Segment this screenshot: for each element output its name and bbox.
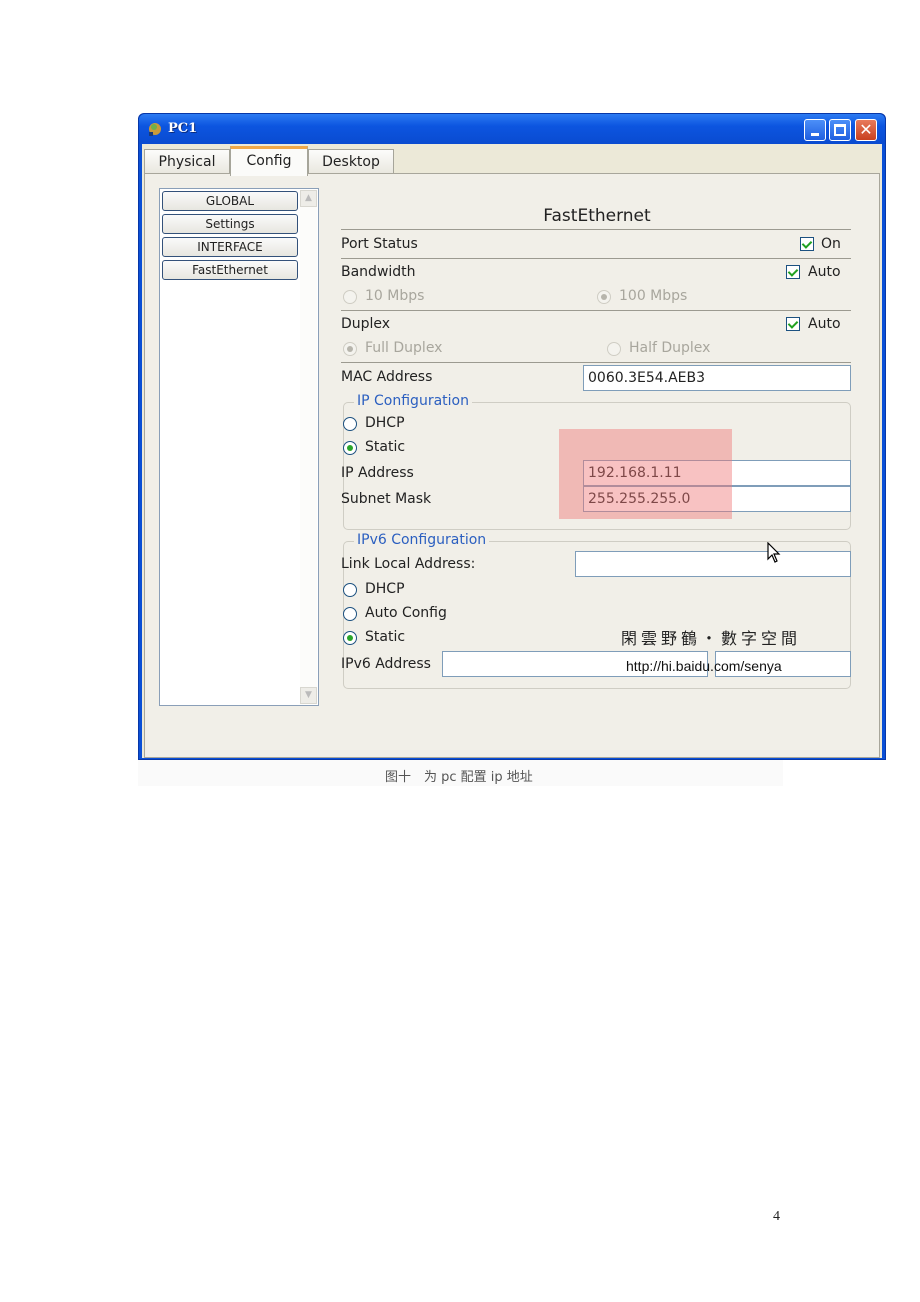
sidebar-scrollbar[interactable]: ▲ ▼ [300, 190, 317, 704]
tab-physical[interactable]: Physical [144, 149, 230, 175]
port-status-on-label: On [821, 236, 841, 252]
ipv6-configuration-legend: IPv6 Configuration [354, 532, 490, 548]
ipv6-dhcp-label: DHCP [365, 581, 405, 597]
interface-heading: FastEthernet [543, 206, 651, 226]
tab-desktop[interactable]: Desktop [308, 149, 394, 175]
half-duplex-radio[interactable] [607, 342, 621, 356]
full-duplex-radio[interactable] [343, 342, 357, 356]
ip-dhcp-radio[interactable] [343, 417, 357, 431]
scroll-down-arrow-icon[interactable]: ▼ [300, 687, 317, 704]
close-button[interactable]: ✕ [855, 119, 877, 141]
title-bar[interactable]: PC1 ✕ [139, 114, 885, 144]
config-sidebar: GLOBAL Settings INTERFACE FastEthernet ▲… [159, 188, 319, 706]
full-duplex-label: Full Duplex [365, 340, 443, 356]
port-status-label: Port Status [341, 236, 418, 252]
divider [341, 310, 851, 311]
ip-static-radio[interactable] [343, 441, 357, 455]
close-icon: ✕ [859, 120, 873, 139]
divider [341, 362, 851, 363]
mouse-cursor-icon [767, 542, 781, 563]
figure-caption-bar: 图十 为 pc 配置 ip 地址 [138, 760, 783, 786]
interface-config-form: FastEthernet Port Status On Bandwidth Au… [341, 174, 853, 734]
bandwidth-100mbps-radio[interactable] [597, 290, 611, 304]
ip-address-label: IP Address [341, 465, 414, 481]
bandwidth-auto-label: Auto [808, 264, 841, 280]
divider [341, 258, 851, 259]
bandwidth-10mbps-radio[interactable] [343, 290, 357, 304]
maximize-button[interactable] [829, 119, 851, 141]
sidebar-item-global[interactable]: GLOBAL [162, 191, 298, 211]
divider [341, 229, 851, 230]
pc1-window: PC1 ✕ Physical Config Desktop GLOBAL Set… [138, 113, 886, 760]
mac-address-label: MAC Address [341, 369, 433, 385]
bandwidth-100mbps-label: 100 Mbps [619, 288, 688, 304]
ipv6-auto-config-radio[interactable] [343, 607, 357, 621]
sidebar-item-interface[interactable]: INTERFACE [162, 237, 298, 257]
duplex-auto-label: Auto [808, 316, 841, 332]
scroll-up-arrow-icon[interactable]: ▲ [300, 190, 317, 207]
annotation-highlight [559, 429, 732, 519]
page-number: 4 [773, 1209, 780, 1224]
window-client: Physical Config Desktop GLOBAL Settings … [142, 144, 882, 758]
bandwidth-label: Bandwidth [341, 264, 416, 280]
ip-configuration-legend: IP Configuration [354, 393, 472, 409]
link-local-address-field[interactable] [575, 551, 851, 577]
bandwidth-auto-checkbox[interactable] [786, 265, 800, 279]
sidebar-item-settings[interactable]: Settings [162, 214, 298, 234]
packet-tracer-pc-icon [149, 123, 161, 136]
figure-caption: 图十 为 pc 配置 ip 地址 [385, 770, 533, 785]
ip-static-label: Static [365, 439, 406, 455]
maximize-icon [834, 124, 846, 136]
bandwidth-10mbps-label: 10 Mbps [365, 288, 425, 304]
sidebar-item-fastethernet[interactable]: FastEthernet [162, 260, 298, 280]
ipv6-static-label: Static [365, 629, 406, 645]
ip-dhcp-label: DHCP [365, 415, 405, 431]
window-title: PC1 [168, 121, 198, 136]
watermark-chinese: 閑雲野鶴・數字空間 [621, 629, 802, 648]
ipv6-auto-config-label: Auto Config [365, 605, 447, 621]
half-duplex-label: Half Duplex [629, 340, 711, 356]
minimize-button[interactable] [804, 119, 826, 141]
duplex-label: Duplex [341, 316, 391, 332]
mac-address-field[interactable]: 0060.3E54.AEB3 [583, 365, 851, 391]
duplex-auto-checkbox[interactable] [786, 317, 800, 331]
port-status-checkbox[interactable] [800, 237, 814, 251]
link-local-address-label: Link Local Address: [341, 556, 476, 572]
minimize-icon [811, 133, 819, 136]
ipv6-dhcp-radio[interactable] [343, 583, 357, 597]
ipv6-static-radio[interactable] [343, 631, 357, 645]
ipv6-address-label: IPv6 Address [341, 656, 431, 672]
watermark-url: http://hi.baidu.com/senya [626, 658, 782, 674]
tab-config[interactable]: Config [230, 146, 308, 176]
config-panel: GLOBAL Settings INTERFACE FastEthernet ▲… [144, 173, 880, 758]
tab-bar: Physical Config Desktop [142, 146, 882, 176]
subnet-mask-label: Subnet Mask [341, 491, 432, 507]
